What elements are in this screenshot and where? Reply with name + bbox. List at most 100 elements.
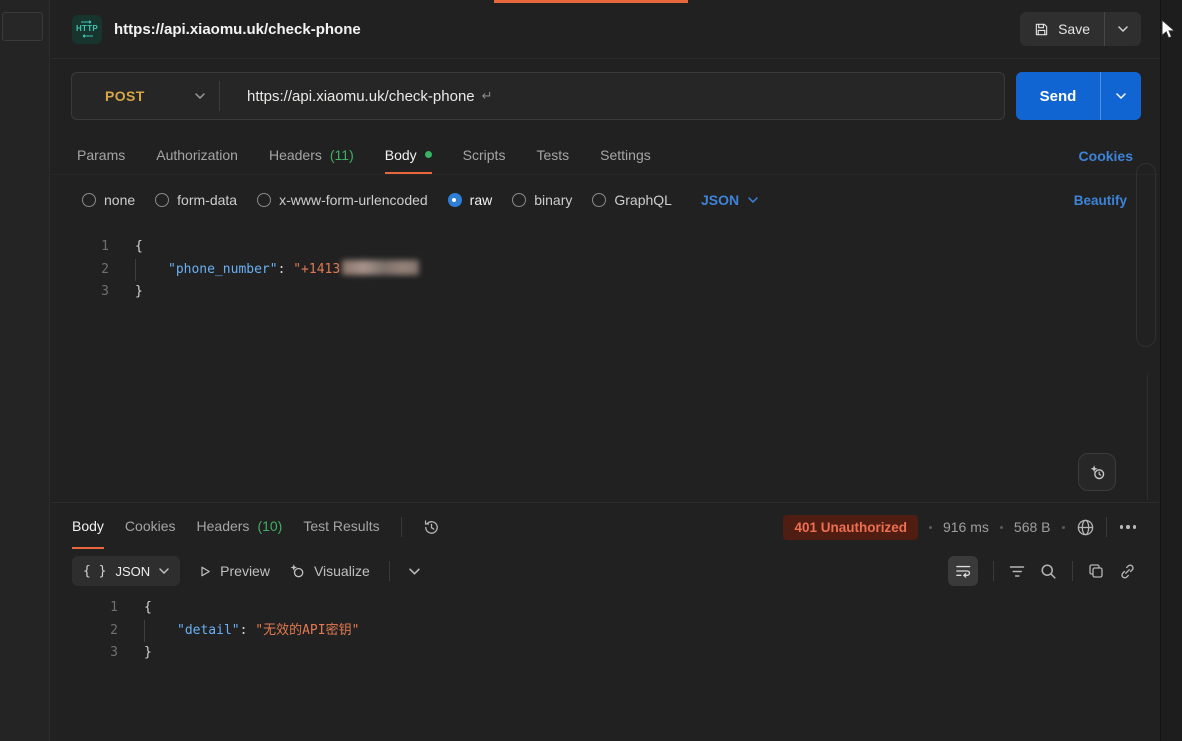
tab-tests[interactable]: Tests: [536, 137, 569, 174]
divider: [1072, 561, 1073, 581]
copy-icon: [1088, 563, 1104, 579]
response-size[interactable]: 568 B: [1014, 519, 1051, 535]
tab-settings[interactable]: Settings: [600, 137, 651, 174]
radio-form-data[interactable]: form-data: [155, 192, 237, 208]
more-options-button[interactable]: [1118, 523, 1139, 531]
tab-params[interactable]: Params: [77, 137, 125, 174]
send-options-button[interactable]: [1101, 72, 1141, 120]
status-badge[interactable]: 401 Unauthorized: [783, 515, 918, 540]
code-text: {: [109, 236, 143, 259]
tab-label: Scripts: [463, 147, 506, 163]
tab-headers[interactable]: Headers (11): [269, 137, 354, 174]
sidebar-collapsed-item[interactable]: [2, 12, 43, 41]
code-line: 3 }: [70, 642, 1119, 665]
redacted-phone-digits: [342, 260, 419, 275]
json-separator: :: [278, 262, 294, 277]
send-button[interactable]: Send: [1016, 72, 1101, 120]
line-number: 2: [61, 259, 109, 282]
right-sidebar-rail: [1160, 0, 1182, 741]
clock-history-icon: [423, 519, 440, 536]
response-actions: [948, 556, 1159, 586]
radio-none[interactable]: none: [82, 192, 135, 208]
response-format-dropdown[interactable]: { } JSON: [72, 556, 180, 586]
wrap-text-button[interactable]: [948, 556, 978, 586]
response-tab-cookies[interactable]: Cookies: [125, 505, 176, 549]
postbot-sparkle-icon: [1089, 464, 1106, 481]
request-url-bar: POST https://api.xiaomu.uk/check-phone ↵: [71, 72, 1005, 120]
json-key: "detail": [177, 623, 240, 638]
visualize-button[interactable]: Visualize: [289, 563, 370, 579]
beautify-link[interactable]: Beautify: [1074, 193, 1127, 208]
response-history-button[interactable]: [423, 519, 440, 536]
scrollbar-track: [1147, 375, 1148, 500]
save-button[interactable]: Save: [1020, 12, 1105, 46]
tab-label: Test Results: [303, 518, 379, 534]
response-time[interactable]: 916 ms: [943, 519, 989, 535]
request-header: HTTP https://api.xiaomu.uk/check-phone S…: [51, 0, 1159, 59]
method-selector[interactable]: POST: [72, 88, 219, 104]
cookies-link[interactable]: Cookies: [1079, 148, 1133, 164]
scrollbar-thumb[interactable]: [1136, 163, 1156, 347]
code-line: 1 {: [61, 236, 1119, 259]
search-icon: [1040, 563, 1057, 580]
radio-label: x-www-form-urlencoded: [279, 192, 428, 208]
tab-authorization[interactable]: Authorization: [156, 137, 238, 174]
postbot-button[interactable]: [1078, 453, 1116, 491]
visualize-sparkle-icon: [289, 563, 305, 579]
response-tab-test-results[interactable]: Test Results: [303, 505, 379, 549]
search-button[interactable]: [1040, 563, 1057, 580]
http-request-icon: HTTP: [72, 15, 102, 44]
request-tabs: Params Authorization Headers (11) Body Sc…: [51, 137, 1159, 175]
request-body-editor[interactable]: 1 { 2 "phone_number": "+1413 3 }: [61, 236, 1119, 500]
preview-label: Preview: [220, 563, 270, 579]
divider: [1106, 517, 1107, 537]
radio-binary[interactable]: binary: [512, 192, 572, 208]
send-split-button: Send: [1016, 72, 1141, 120]
radio-x-www-form-urlencoded[interactable]: x-www-form-urlencoded: [257, 192, 428, 208]
radio-label: GraphQL: [614, 192, 672, 208]
divider: [401, 517, 402, 537]
tab-label: Cookies: [125, 518, 176, 534]
response-toolbar: { } JSON Preview Visualize: [51, 551, 1159, 591]
link-button[interactable]: [1119, 563, 1136, 580]
link-icon: [1119, 563, 1136, 580]
response-tab-body[interactable]: Body: [72, 505, 104, 549]
copy-button[interactable]: [1088, 563, 1104, 579]
tab-body[interactable]: Body: [385, 137, 432, 174]
code-text: }: [109, 281, 143, 304]
tab-label: Headers: [269, 147, 322, 163]
raw-format-dropdown[interactable]: JSON: [701, 192, 758, 208]
tab-scripts[interactable]: Scripts: [463, 137, 506, 174]
divider: [219, 81, 220, 111]
url-input[interactable]: https://api.xiaomu.uk/check-phone: [247, 88, 475, 105]
network-info-button[interactable]: [1076, 518, 1095, 537]
radio-circle-icon: [592, 193, 606, 207]
response-section-divider[interactable]: [51, 502, 1159, 503]
request-title: https://api.xiaomu.uk/check-phone: [114, 21, 361, 38]
code-text: }: [118, 642, 152, 665]
radio-raw[interactable]: raw: [448, 192, 493, 208]
line-number: 1: [70, 597, 118, 620]
response-headers-count: (10): [257, 518, 282, 534]
radio-graphql[interactable]: GraphQL: [592, 192, 672, 208]
save-icon: [1034, 22, 1049, 37]
main-panel: HTTP https://api.xiaomu.uk/check-phone S…: [51, 0, 1159, 741]
left-sidebar-rail: [0, 0, 50, 741]
more-views-chevron[interactable]: [409, 568, 420, 575]
dot-separator: [1062, 526, 1065, 529]
preview-button[interactable]: Preview: [199, 563, 270, 579]
save-options-button[interactable]: [1105, 12, 1141, 46]
tab-label: Tests: [536, 147, 569, 163]
tab-label: Headers: [197, 518, 250, 534]
response-header: Body Cookies Headers (10) Test Results 40…: [51, 505, 1159, 549]
radio-selected-icon: [448, 193, 462, 207]
radio-label: form-data: [177, 192, 237, 208]
filter-icon: [1009, 565, 1025, 578]
headers-count: (11): [330, 147, 354, 163]
code-text: "detail": "无效的API密钥": [118, 620, 359, 643]
line-number: 2: [70, 620, 118, 643]
response-body-viewer[interactable]: 1 { 2 "detail": "无效的API密钥" 3 }: [70, 597, 1119, 687]
response-tab-headers[interactable]: Headers (10): [197, 505, 283, 549]
filter-button[interactable]: [1009, 565, 1025, 578]
radio-label: binary: [534, 192, 572, 208]
